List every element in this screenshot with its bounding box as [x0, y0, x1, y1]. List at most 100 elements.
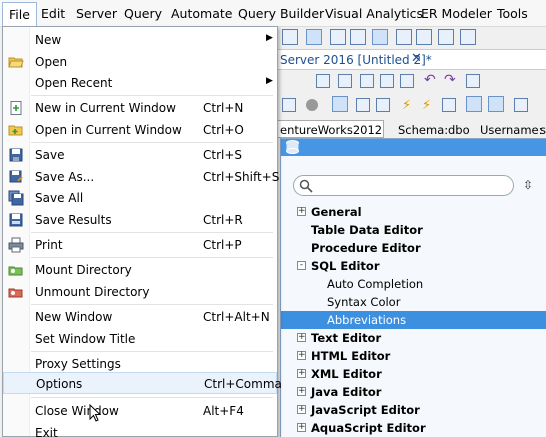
expand-icon[interactable]: +: [297, 351, 306, 360]
options-search-input[interactable]: [293, 175, 514, 196]
toolbar-icon-table[interactable]: [350, 29, 366, 45]
menu-item-new-in-current-window[interactable]: New in Current Window Ctrl+N: [3, 97, 277, 119]
menu-item-label: Set Window Title: [35, 332, 136, 346]
menu-er-modeler[interactable]: ER Modeler: [421, 6, 492, 21]
tree-item-xml-editor[interactable]: + XML Editor: [281, 365, 546, 383]
tree-item-table-data-editor[interactable]: Table Data Editor: [281, 221, 546, 239]
tree-item-sql-editor[interactable]: - SQL Editor: [281, 257, 546, 275]
toolbar-icon-table-selected[interactable]: [372, 29, 388, 45]
explain-icon[interactable]: [442, 98, 456, 112]
results-grid-icon[interactable]: [466, 96, 482, 112]
menu-server[interactable]: Server: [76, 6, 117, 21]
execute-icon[interactable]: [332, 96, 348, 112]
menu-item-options[interactable]: Options Ctrl+Comma: [3, 372, 282, 394]
menu-query-builder[interactable]: Query Builder: [238, 6, 324, 21]
cut-icon[interactable]: [360, 74, 374, 88]
tree-item-general[interactable]: + General: [281, 203, 546, 221]
tree-item-html-editor[interactable]: + HTML Editor: [281, 347, 546, 365]
save-as-icon: [8, 169, 24, 185]
tree-item-java-editor[interactable]: + Java Editor: [281, 383, 546, 401]
menu-item-new-window[interactable]: New Window Ctrl+Alt+N: [3, 306, 277, 328]
paste-icon[interactable]: [400, 74, 414, 88]
menu-bar: File Edit Server Query Automate Query Bu…: [0, 0, 546, 27]
menu-item-set-window-title[interactable]: Set Window Title: [3, 328, 277, 350]
document-tab[interactable]: Server 2016 [Untitled 2]* ✕: [276, 49, 546, 70]
toolbar-icon-report[interactable]: [438, 29, 454, 45]
database-selector[interactable]: entureWorks2012: [276, 120, 384, 138]
close-tab-icon[interactable]: ✕: [411, 51, 422, 66]
tree-item-procedure-editor[interactable]: Procedure Editor: [281, 239, 546, 257]
toolbar-icon-chart[interactable]: [460, 29, 476, 45]
copy-icon[interactable]: [380, 74, 394, 88]
menu-item-save-results[interactable]: Save Results Ctrl+R: [3, 209, 277, 231]
expand-icon[interactable]: +: [297, 423, 306, 432]
commit-icon[interactable]: [356, 98, 370, 112]
expand-icon[interactable]: +: [297, 333, 306, 342]
menu-separator: [31, 95, 273, 96]
menu-item-save-as[interactable]: Save As... Ctrl+Shift+S: [3, 166, 279, 188]
menu-item-shortcut: Ctrl+P: [203, 238, 242, 252]
run-icon[interactable]: [282, 98, 296, 112]
results-text-icon[interactable]: [488, 96, 504, 112]
menu-edit[interactable]: Edit: [41, 6, 65, 21]
plug-icon[interactable]: ⚡: [402, 98, 411, 113]
toolbar-icon-1[interactable]: [282, 29, 298, 45]
menu-item-unmount-directory[interactable]: Unmount Directory: [3, 281, 277, 303]
tree-item-label: HTML Editor: [311, 349, 391, 363]
schema-value[interactable]: dbo: [448, 123, 470, 137]
menu-item-print[interactable]: Print Ctrl+P: [3, 234, 277, 256]
toolbar-icon-layout[interactable]: [396, 29, 412, 45]
menu-item-mount-directory[interactable]: Mount Directory: [3, 259, 277, 281]
menu-item-close-window[interactable]: Close Window Alt+F4: [3, 400, 277, 422]
tree-item-label: Auto Completion: [327, 277, 424, 291]
menu-item-open-recent[interactable]: Open Recent ▶: [3, 72, 277, 94]
tree-item-syntax-color[interactable]: Syntax Color: [281, 293, 546, 311]
redo-icon[interactable]: ↷: [444, 72, 456, 88]
menu-item-open[interactable]: Open: [3, 51, 277, 73]
menu-item-label: Save As...: [35, 170, 95, 184]
delete-icon[interactable]: [466, 74, 480, 88]
tree-item-auto-completion[interactable]: Auto Completion: [281, 275, 546, 293]
expand-icon[interactable]: +: [297, 369, 306, 378]
expand-icon[interactable]: +: [297, 387, 306, 396]
tree-item-label: SQL Editor: [311, 259, 380, 273]
menu-automate[interactable]: Automate: [171, 6, 232, 21]
print-icon: [8, 237, 24, 253]
collapse-icon[interactable]: -: [297, 261, 306, 270]
tree-item-aquascript-editor[interactable]: + AquaScript Editor: [281, 419, 546, 437]
undo-icon[interactable]: ↶: [424, 72, 436, 88]
menu-file[interactable]: File: [2, 2, 37, 26]
toolbar-icon-list[interactable]: [416, 29, 432, 45]
toolbar-icon-doc[interactable]: [330, 29, 346, 45]
unplug-icon[interactable]: ⚡: [422, 98, 431, 113]
schema-label: Schema:: [398, 123, 449, 137]
results-panel-icon[interactable]: [514, 98, 528, 112]
tree-item-javascript-editor[interactable]: + JavaScript Editor: [281, 401, 546, 419]
tree-item-abbreviations[interactable]: Abbreviations: [281, 311, 546, 329]
menu-item-label: Options: [36, 377, 83, 391]
menu-tools[interactable]: Tools: [497, 6, 528, 21]
tree-item-label: AquaScript Editor: [311, 421, 426, 435]
menu-item-new[interactable]: New ▶: [3, 29, 277, 51]
tree-item-text-editor[interactable]: + Text Editor: [281, 329, 546, 347]
menu-item-label: Print: [35, 238, 63, 252]
menu-query[interactable]: Query: [124, 6, 162, 21]
expand-all-icon[interactable]: ⇳: [523, 178, 533, 192]
new-document-icon: [8, 100, 24, 116]
menu-item-label: New in Current Window: [35, 101, 176, 115]
menu-item-label: Close Window: [35, 404, 119, 418]
menu-visual-analytics[interactable]: Visual Analytics: [325, 6, 423, 21]
select-icon[interactable]: [316, 74, 330, 88]
format-icon[interactable]: [338, 74, 352, 88]
rollback-icon[interactable]: [376, 98, 390, 112]
toolbar-icon-grid[interactable]: [306, 29, 322, 45]
menu-item-save-all[interactable]: Save All: [3, 187, 277, 209]
menu-item-exit[interactable]: Exit: [3, 422, 277, 437]
menu-item-save[interactable]: Save Ctrl+S: [3, 144, 277, 166]
expand-icon[interactable]: +: [297, 207, 306, 216]
expand-icon[interactable]: +: [297, 405, 306, 414]
stop-icon[interactable]: [306, 99, 318, 111]
menu-separator: [31, 142, 273, 143]
menu-item-shortcut: Ctrl+N: [203, 101, 244, 115]
menu-item-open-in-current-window[interactable]: Open in Current Window Ctrl+O: [3, 119, 277, 141]
